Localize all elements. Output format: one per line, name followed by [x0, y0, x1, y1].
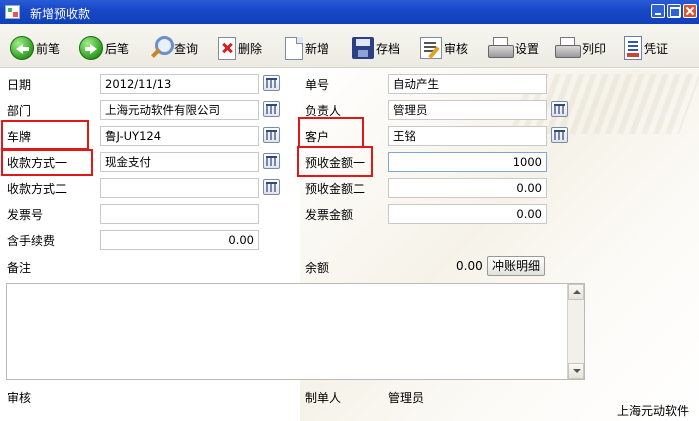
audit-label: 审核 — [444, 41, 469, 56]
query-label: 查询 — [174, 41, 199, 56]
scroll-down-icon[interactable] — [568, 363, 584, 379]
order-no-field[interactable]: 自动产生 — [388, 74, 547, 94]
creator-value: 管理员 — [388, 391, 425, 405]
maximize-button[interactable] — [667, 4, 681, 18]
customer-field[interactable]: 王铭 — [388, 126, 547, 146]
calendar-picker-icon[interactable] — [263, 75, 280, 91]
printer-icon — [554, 37, 581, 59]
plate-picker-icon[interactable] — [263, 127, 280, 143]
query-button[interactable]: 查询 — [148, 33, 198, 63]
company-footer: 上海元动软件 — [617, 404, 690, 418]
highlight-payment-method-1 — [1, 149, 93, 176]
prev-label: 前笔 — [36, 41, 61, 56]
customer-picker-icon[interactable] — [551, 127, 568, 143]
department-label: 部门 — [7, 104, 32, 118]
remark-scrollbar[interactable] — [567, 284, 584, 379]
voucher-button[interactable]: 凭证 — [624, 33, 668, 63]
title-bar: 新增预收款 — [0, 0, 699, 24]
new-document-icon — [285, 36, 303, 60]
settings-button[interactable]: 设置 — [487, 33, 539, 63]
plate-field[interactable]: 鲁J-UY124 — [100, 126, 259, 146]
highlight-plate — [1, 120, 89, 150]
print-label: 列印 — [582, 41, 607, 56]
clear-details-button[interactable]: 冲账明细 — [487, 256, 546, 276]
payment-method-2-label: 收款方式二 — [7, 182, 68, 196]
save-button[interactable]: 存档 — [352, 33, 400, 63]
save-label: 存档 — [376, 41, 401, 56]
creator-label: 制单人 — [305, 391, 342, 405]
balance-value: 0.00 — [456, 259, 483, 273]
order-no-label: 单号 — [305, 78, 330, 92]
print-button[interactable]: 列印 — [554, 33, 606, 63]
settings-label: 设置 — [515, 41, 540, 56]
fee-field[interactable]: 0.00 — [100, 230, 259, 250]
fee-label: 含手续费 — [7, 234, 56, 248]
app-icon — [5, 5, 20, 19]
delete-label: 删除 — [238, 41, 263, 56]
printer-settings-icon — [487, 37, 514, 59]
prepaid-amount-2-label: 预收金额二 — [305, 182, 366, 196]
payment-method-2-field[interactable] — [100, 178, 259, 198]
invoice-no-field[interactable] — [100, 204, 259, 224]
remark-textarea[interactable] — [6, 283, 585, 380]
magnifier-icon — [148, 35, 174, 61]
highlight-prepaid-amount-1 — [297, 146, 373, 177]
voucher-label: 凭证 — [644, 41, 669, 56]
delete-document-icon — [218, 36, 236, 60]
scroll-up-icon[interactable] — [568, 284, 584, 300]
invoice-no-label: 发票号 — [7, 208, 44, 222]
department-picker-icon[interactable] — [263, 101, 280, 117]
new-label: 新增 — [305, 41, 330, 56]
prev-button[interactable]: 前笔 — [10, 33, 60, 63]
manager-picker-icon[interactable] — [551, 101, 568, 117]
delete-button[interactable]: 删除 — [218, 33, 262, 63]
minimize-button[interactable] — [651, 4, 665, 18]
prepayment-form: 日期 2012/11/13 单号 自动产生 部门 上海元动软件有限公司 负责人 … — [0, 69, 699, 421]
highlight-customer — [298, 117, 364, 148]
payment-method-1-picker-icon[interactable] — [263, 153, 280, 169]
remark-label: 备注 — [7, 261, 32, 275]
balance-label: 余额 — [305, 261, 330, 275]
invoice-amount-field[interactable]: 0.00 — [388, 204, 547, 224]
department-field[interactable]: 上海元动软件有限公司 — [100, 100, 259, 120]
audit-status-label: 审核 — [7, 391, 32, 405]
date-label: 日期 — [7, 78, 32, 92]
floppy-disk-icon — [352, 37, 374, 59]
next-label: 后笔 — [105, 41, 130, 56]
prepaid-amount-1-field[interactable]: 1000 — [388, 152, 547, 172]
voucher-icon — [624, 36, 642, 60]
next-button[interactable]: 后笔 — [79, 33, 129, 63]
manager-field[interactable]: 管理员 — [388, 100, 547, 120]
edit-document-icon — [420, 37, 442, 59]
date-field[interactable]: 2012/11/13 — [100, 74, 259, 94]
prepaid-amount-2-field[interactable]: 0.00 — [388, 178, 547, 198]
toolbar: 前笔 后笔 查询 删除 新增 存档 审核 设置 列印 凭证 — [0, 24, 699, 68]
invoice-amount-label: 发票金额 — [305, 208, 354, 222]
arrow-left-icon — [10, 36, 34, 60]
window-title: 新增预收款 — [30, 7, 91, 21]
audit-button[interactable]: 审核 — [420, 33, 468, 63]
payment-method-1-field[interactable]: 现金支付 — [100, 152, 259, 172]
close-button[interactable] — [683, 4, 697, 18]
arrow-right-icon — [79, 36, 103, 60]
payment-method-2-picker-icon[interactable] — [263, 179, 280, 195]
new-button[interactable]: 新增 — [285, 33, 329, 63]
